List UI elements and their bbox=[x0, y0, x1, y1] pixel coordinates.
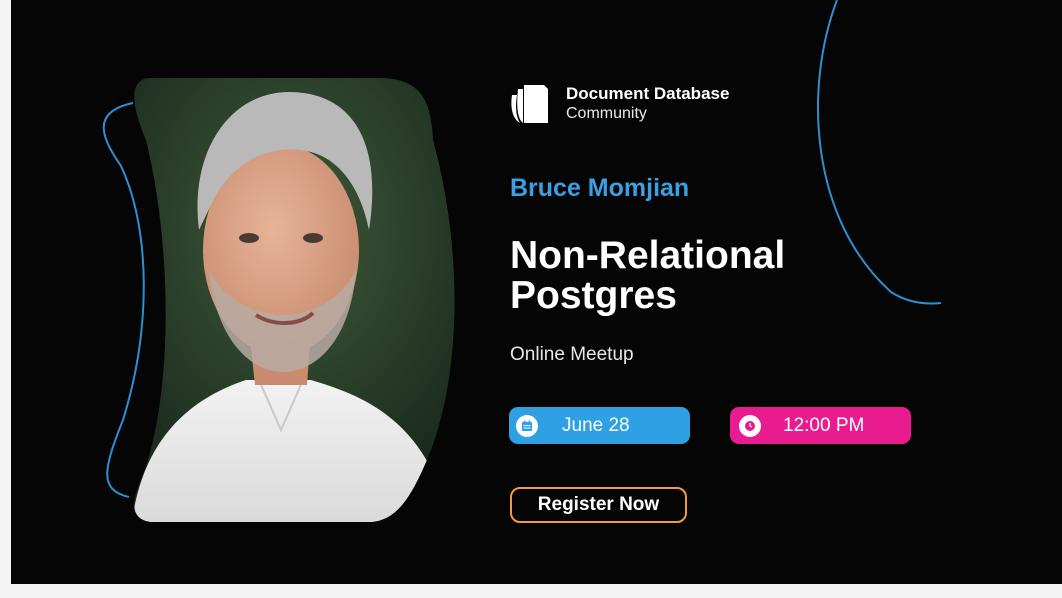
speaker-photo bbox=[134, 78, 455, 522]
brand-text: Document Database Community bbox=[566, 83, 729, 124]
time-badge: 12:00 PM bbox=[730, 407, 911, 444]
event-subtitle: Online Meetup bbox=[510, 344, 634, 365]
brand-subtitle: Community bbox=[566, 104, 647, 122]
date-text: June 28 bbox=[562, 414, 630, 436]
date-badge: June 28 bbox=[509, 407, 690, 444]
brand-name: Document Database bbox=[566, 83, 730, 103]
brand-block: Document Database Community bbox=[510, 79, 729, 127]
stacked-documents-icon bbox=[511, 85, 548, 123]
register-now-button[interactable]: Register Now bbox=[510, 487, 687, 523]
clock-icon bbox=[739, 414, 761, 437]
speaker-name: Bruce Momjian bbox=[510, 174, 690, 202]
event-title-line-1: Non-Relational bbox=[510, 234, 786, 277]
calendar-icon bbox=[516, 414, 538, 437]
event-banner: Document Database Community Bruce Momjia… bbox=[11, 0, 1062, 584]
time-text: 12:00 PM bbox=[783, 414, 865, 436]
event-title: Non-Relational Postgres bbox=[510, 236, 930, 316]
event-title-line-2: Postgres bbox=[510, 274, 677, 317]
